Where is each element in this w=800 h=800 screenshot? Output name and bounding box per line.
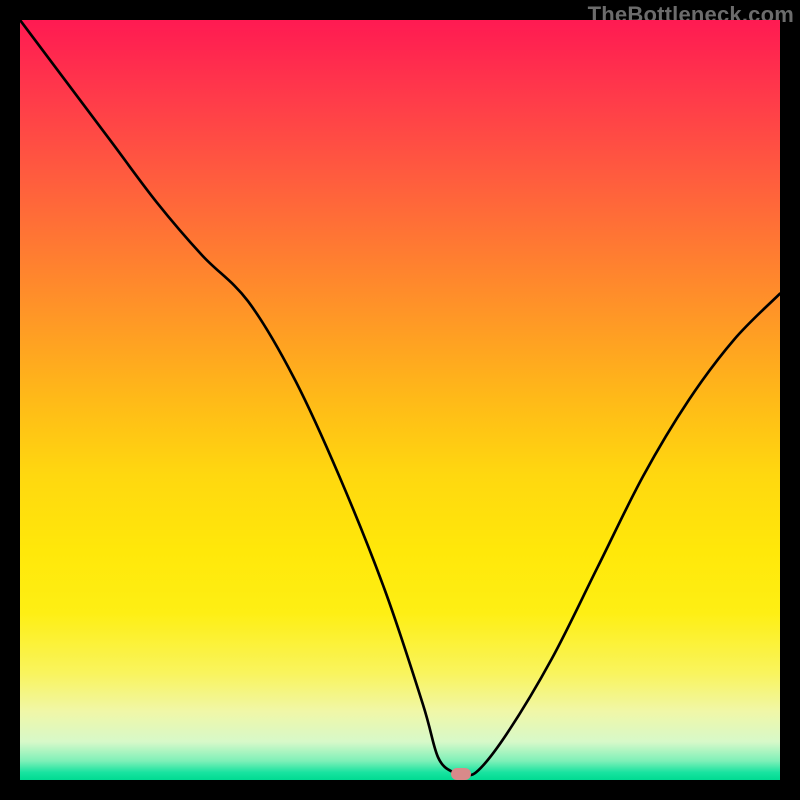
bottleneck-curve: [20, 20, 780, 780]
plot-area: [20, 20, 780, 780]
chart-frame: TheBottleneck.com: [0, 0, 800, 800]
optimal-point-marker: [451, 768, 471, 780]
